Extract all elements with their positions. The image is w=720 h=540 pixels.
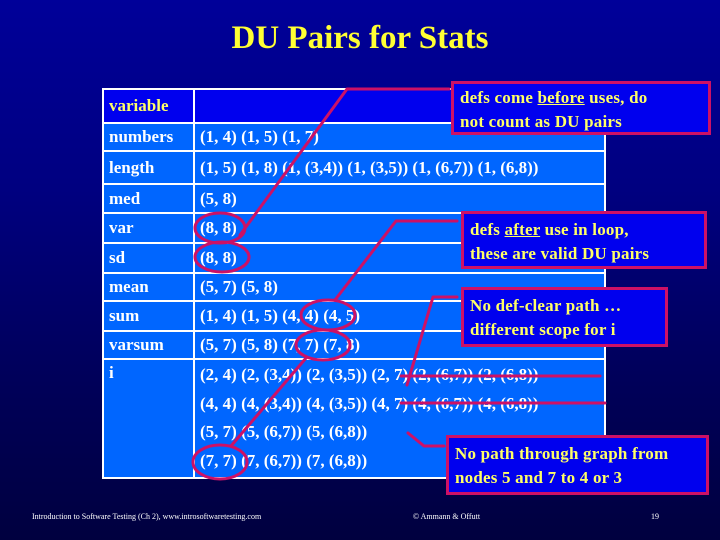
callout-defs-before-uses: defs come before uses, do not count as D… [451, 81, 711, 135]
header-variable: variable [102, 88, 195, 124]
pairs-line: (4, 4) (4, (3,4)) (4, (3,5)) (4, 7) (4, … [200, 393, 539, 413]
du-pairs-table: variable DU Pairs numbers (1, 4) (1, 5) … [102, 88, 606, 479]
footer-copyright: © Ammann & Offutt [413, 512, 481, 521]
callout-line: No path through graph from [455, 444, 669, 463]
callout-line: defs after use in loop, [470, 218, 698, 242]
row-variable: med [102, 183, 195, 214]
callout-line: not count as DU pairs [460, 112, 622, 131]
row-variable: sd [102, 242, 195, 274]
row-pairs: (1, 5) (1, 8) (1, (3,4)) (1, (3,5)) (1, … [193, 150, 606, 185]
row-pairs: (5, 8) [193, 183, 606, 214]
callout-line: different scope for i [470, 320, 616, 339]
callout-line: these are valid DU pairs [470, 244, 650, 263]
callout-no-path-through-graph: No path through graph from nodes 5 and 7… [446, 435, 709, 495]
row-variable: varsum [102, 330, 195, 360]
row-variable: var [102, 212, 195, 244]
table-row: length (1, 5) (1, 8) (1, (3,4)) (1, (3,5… [102, 150, 606, 185]
callout-text: defs [470, 220, 505, 239]
row-variable: numbers [102, 122, 195, 152]
row-variable: length [102, 150, 195, 185]
row-variable: i [102, 358, 195, 479]
row-variable: mean [102, 272, 195, 302]
footer-page-number: 19 [651, 512, 659, 521]
pairs-line: (2, 4) (2, (3,4)) (2, (3,5)) (2, 7) (2, … [200, 365, 539, 384]
row-variable: sum [102, 300, 195, 332]
callout-line: defs come before uses, do [460, 86, 702, 110]
callout-line: nodes 5 and 7 to 4 or 3 [455, 468, 623, 487]
slide-title: DU Pairs for Stats [231, 20, 489, 56]
callout-text: defs come [460, 88, 538, 107]
callout-no-def-clear-path: No def-clear path … different scope for … [461, 287, 668, 347]
callout-emphasis: after [504, 220, 541, 239]
footer-course-text: Introduction to Software Testing (Ch 2),… [32, 512, 262, 521]
callout-line: No def-clear path … [470, 296, 622, 315]
callout-emphasis: before [537, 88, 585, 107]
callout-text: uses, do [584, 88, 648, 107]
callout-defs-after-use: defs after use in loop, these are valid … [461, 211, 707, 269]
callout-text: use in loop, [540, 220, 629, 239]
table-row: med (5, 8) [102, 183, 606, 214]
